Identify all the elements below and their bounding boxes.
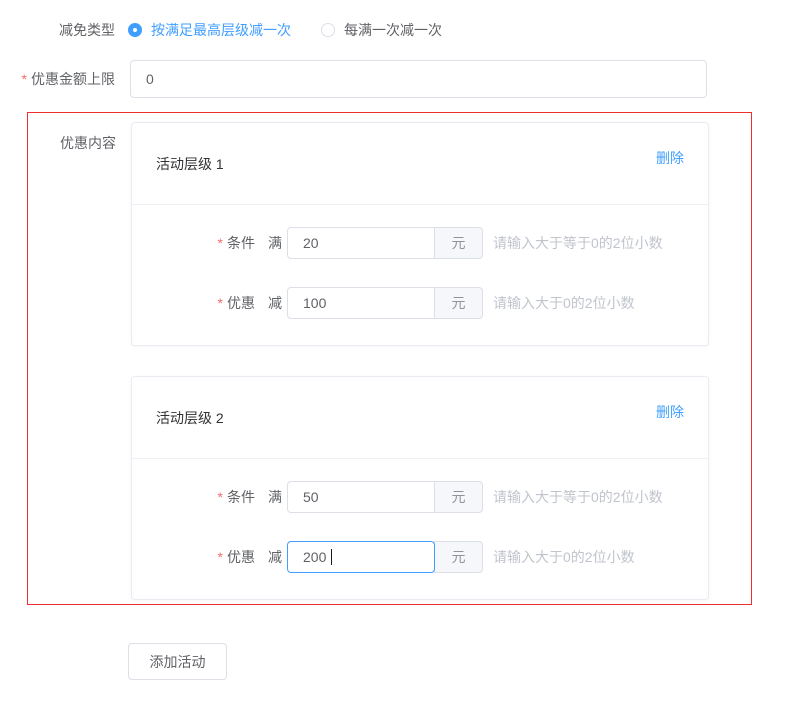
required-asterisk: *	[218, 235, 223, 251]
discount-content-label: 优惠内容	[28, 133, 116, 153]
delete-tier-link[interactable]: 删除	[656, 402, 684, 422]
delete-tier-link[interactable]: 删除	[656, 148, 684, 168]
discount-amount-input[interactable]	[287, 287, 435, 319]
discount-label-text: 优惠	[227, 549, 255, 565]
required-asterisk: *	[218, 549, 223, 565]
input-hint: 请输入大于等于0的2位小数	[493, 233, 663, 253]
discount-cap-input[interactable]	[130, 60, 707, 98]
radio-option-label[interactable]: 按满足最高层级减一次	[151, 20, 291, 40]
condition-label: *条件	[132, 233, 255, 253]
discount-cap-row: *优惠金额上限	[0, 60, 812, 98]
add-activity-button[interactable]: 添加活动	[128, 643, 227, 680]
discount-prefix: 减	[268, 547, 282, 567]
radio-option-highest-tier[interactable]: 按满足最高层级减一次	[128, 20, 291, 40]
condition-label: *条件	[132, 487, 255, 507]
condition-row: *条件 满 元 请输入大于等于0的2位小数	[132, 481, 708, 513]
unit-yuan-suffix: 元	[434, 541, 483, 573]
reduction-type-label: 减免类型	[0, 20, 115, 40]
tier-title: 活动层级 1	[156, 154, 224, 174]
tier-title: 活动层级 2	[156, 408, 224, 428]
unit-yuan-suffix: 元	[434, 287, 483, 319]
discount-amount-input-focused[interactable]	[287, 541, 435, 573]
discount-row: *优惠 减 元 请输入大于0的2位小数	[132, 287, 708, 319]
required-asterisk: *	[22, 71, 27, 87]
required-asterisk: *	[218, 489, 223, 505]
discount-prefix: 减	[268, 293, 282, 313]
tier-card-body: *条件 满 元 请输入大于等于0的2位小数 *优惠 减	[132, 459, 708, 599]
discount-label: *优惠	[132, 293, 255, 313]
condition-row: *条件 满 元 请输入大于等于0的2位小数	[132, 227, 708, 259]
input-hint: 请输入大于等于0的2位小数	[493, 487, 663, 507]
discount-input-group: 元	[287, 541, 483, 573]
discount-input-group: 元	[287, 287, 483, 319]
condition-prefix: 满	[268, 233, 282, 253]
radio-selected-icon[interactable]	[128, 23, 142, 37]
condition-input-group: 元	[287, 227, 483, 259]
discount-label-text: 优惠	[227, 295, 255, 311]
discount-row: *优惠 减 元 请输入大于0的2位小数	[132, 541, 708, 573]
discount-cap-label-text: 优惠金额上限	[31, 71, 115, 87]
discount-content-box: 优惠内容 活动层级 1 删除 *条件 满 元 请输入大于等于	[27, 112, 752, 605]
input-hint: 请输入大于0的2位小数	[493, 293, 635, 313]
discount-cap-label: *优惠金额上限	[0, 60, 115, 98]
tier-cards: 活动层级 1 删除 *条件 满 元 请输入大于等于0的2位小数 *优惠	[131, 122, 709, 630]
promotion-form-page: 减免类型 按满足最高层级减一次 每满一次减一次 *优惠金额上限 优惠内容 活动层…	[0, 0, 812, 703]
unit-yuan-suffix: 元	[434, 481, 483, 513]
condition-input-group: 元	[287, 481, 483, 513]
discount-label: *优惠	[132, 547, 255, 567]
radio-unselected-icon[interactable]	[321, 23, 335, 37]
condition-prefix: 满	[268, 487, 282, 507]
unit-yuan-suffix: 元	[434, 227, 483, 259]
required-asterisk: *	[218, 295, 223, 311]
radio-option-every-time[interactable]: 每满一次减一次	[321, 20, 442, 40]
tier-card-body: *条件 满 元 请输入大于等于0的2位小数 *优惠 减 元	[132, 205, 708, 345]
tier-card-2: 活动层级 2 删除 *条件 满 元 请输入大于等于0的2位小数 *优惠	[131, 376, 709, 600]
tier-card-header: 活动层级 1 删除	[132, 123, 708, 205]
tier-card-1: 活动层级 1 删除 *条件 满 元 请输入大于等于0的2位小数 *优惠	[131, 122, 709, 346]
condition-label-text: 条件	[227, 235, 255, 251]
input-hint: 请输入大于0的2位小数	[493, 547, 635, 567]
reduction-type-row: 减免类型 按满足最高层级减一次 每满一次减一次	[0, 22, 442, 38]
radio-option-label[interactable]: 每满一次减一次	[344, 20, 442, 40]
condition-label-text: 条件	[227, 489, 255, 505]
condition-amount-input[interactable]	[287, 481, 435, 513]
text-cursor	[331, 549, 332, 565]
condition-amount-input[interactable]	[287, 227, 435, 259]
tier-card-header: 活动层级 2 删除	[132, 377, 708, 459]
